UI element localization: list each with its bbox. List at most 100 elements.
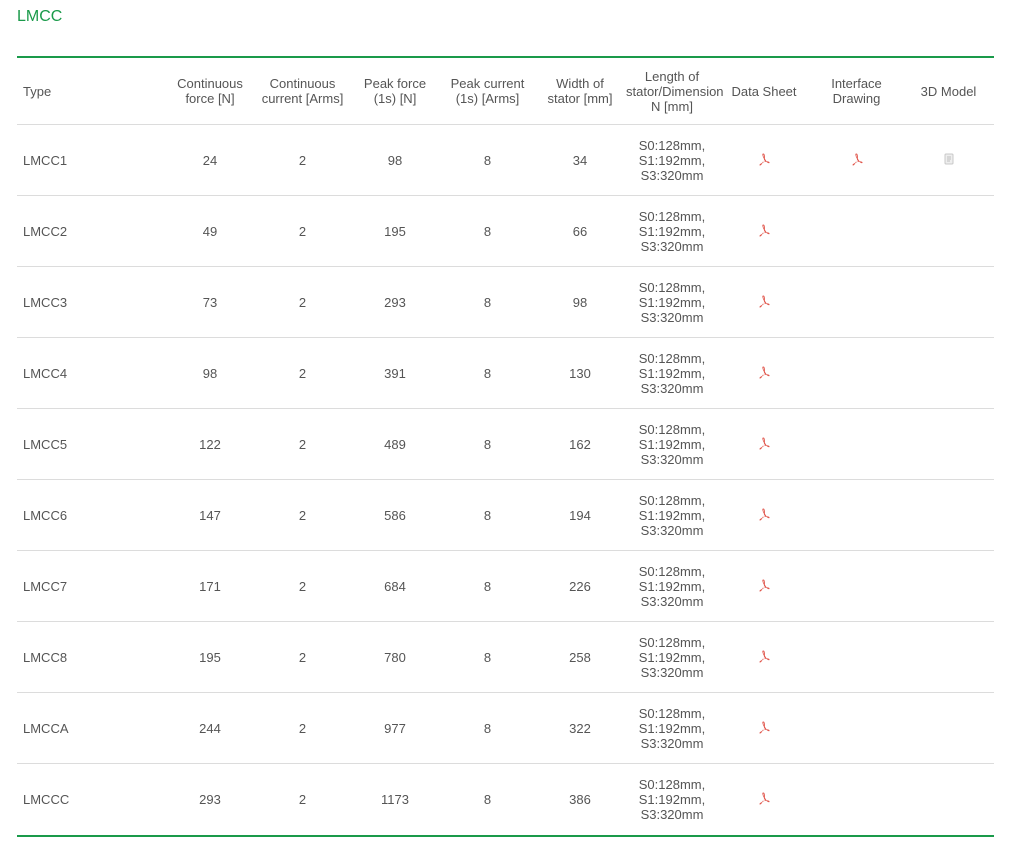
cell-3d-model (903, 692, 994, 764)
table-row: LMCC6 147 2 586 8 194 S0:128mm, S1:192mm, S3:320… (17, 479, 994, 551)
length-line: S1:192mm, (638, 649, 706, 665)
header-line: Drawing (832, 91, 881, 106)
cell-peak-current: 8 (441, 621, 534, 693)
length-line: S1:192mm, (638, 365, 706, 381)
pdf-icon[interactable] (757, 791, 771, 805)
cell-type: LMCCC (23, 791, 70, 807)
cell-interface-drawing (810, 124, 903, 196)
cell-3d-model (903, 337, 994, 409)
cell-continuous-force: 122 (164, 408, 256, 480)
cell-data-sheet (718, 621, 810, 693)
table-row: LMCC7 171 2 684 8 226 S0:128mm, S1:192mm, S3:320… (17, 550, 994, 622)
header-line: Interface (831, 76, 882, 91)
length-line: S3:320mm (640, 451, 704, 467)
cell-length-of-stator: S0:128mm, S1:192mm, S3:320mm (626, 408, 718, 480)
cell-peak-current: 8 (441, 124, 534, 196)
cell-width-of-stator: 162 (534, 408, 626, 480)
cell-continuous-current: 2 (256, 124, 349, 196)
header-line: Peak current (450, 76, 525, 91)
table-row: LMCCC 293 2 1173 8 386 S0:128mm, S1:192mm, S3:32… (17, 764, 994, 835)
length-line: S3:320mm (640, 593, 704, 609)
table-row: LMCC1 24 2 98 8 34 S0:128mm, S1:192mm, S3:320mm (17, 124, 994, 196)
length-line: S3:320mm (640, 735, 704, 751)
cell-continuous-current: 2 (256, 408, 349, 480)
pdf-icon[interactable] (757, 365, 771, 379)
length-line: S1:192mm, (638, 436, 706, 452)
cell-peak-force: 780 (349, 621, 441, 693)
table-row: LMCC4 98 2 391 8 130 S0:128mm, S1:192mm, S3:320m… (17, 337, 994, 409)
cell-peak-current: 8 (441, 692, 534, 764)
cell-continuous-force: 98 (164, 337, 256, 409)
header-width-of-stator: Width of stator [mm] (534, 58, 626, 125)
cell-3d-model (903, 195, 994, 267)
cell-continuous-current: 2 (256, 692, 349, 764)
cell-length-of-stator: S0:128mm, S1:192mm, S3:320mm (626, 266, 718, 338)
header-line: (1s) [Arms] (455, 91, 520, 106)
pdf-icon[interactable] (757, 436, 771, 450)
cell-peak-current: 8 (441, 550, 534, 622)
cell-peak-force: 684 (349, 550, 441, 622)
cell-peak-current: 8 (441, 479, 534, 551)
pdf-icon[interactable] (757, 294, 771, 308)
cell-data-sheet (718, 124, 810, 196)
cell-length-of-stator: S0:128mm, S1:192mm, S3:320mm (626, 764, 718, 835)
header-line: current [Arms] (261, 91, 344, 106)
cell-length-of-stator: S0:128mm, S1:192mm, S3:320mm (626, 195, 718, 267)
cell-peak-current: 8 (441, 408, 534, 480)
header-3d-model: 3D Model (903, 58, 994, 125)
header-data-sheet: Data Sheet (718, 58, 810, 125)
length-line: S1:192mm, (638, 720, 706, 736)
pdf-icon[interactable] (850, 152, 864, 166)
cell-continuous-current: 2 (256, 337, 349, 409)
cell-data-sheet (718, 408, 810, 480)
pdf-icon[interactable] (757, 578, 771, 592)
cell-interface-drawing (810, 337, 903, 409)
cell-peak-current: 8 (441, 195, 534, 267)
cell-interface-drawing (810, 195, 903, 267)
header-line: force [N] (185, 91, 235, 106)
cell-width-of-stator: 258 (534, 621, 626, 693)
length-line: S0:128mm, (638, 634, 706, 650)
length-line: S0:128mm, (638, 350, 706, 366)
pdf-icon[interactable] (757, 507, 771, 521)
pdf-icon[interactable] (757, 720, 771, 734)
cell-continuous-force: 24 (164, 124, 256, 196)
length-line: S3:320mm (640, 664, 704, 680)
pdf-icon[interactable] (757, 223, 771, 237)
cell-type: LMCC5 (17, 408, 164, 480)
file-icon[interactable] (942, 152, 956, 166)
header-continuous-force: Continuous force [N] (164, 58, 256, 125)
header-line: stator/Dimension (626, 83, 724, 99)
header-continuous-current: Continuous current [Arms] (256, 58, 349, 125)
cell-continuous-force: 195 (164, 621, 256, 693)
bottom-divider (17, 835, 994, 837)
cell-interface-drawing (810, 692, 903, 764)
pdf-icon[interactable] (757, 152, 771, 166)
cell-peak-force: 391 (349, 337, 441, 409)
cell-length-of-stator: S0:128mm, S1:192mm, S3:320mm (626, 479, 718, 551)
cell-peak-force: 586 (349, 479, 441, 551)
table-row: LMCC2 49 2 195 8 66 S0:128mm, S1:192mm, S3:320mm (17, 195, 994, 267)
cell-data-sheet (718, 337, 810, 409)
cell-continuous-force: 293 (199, 791, 221, 807)
cell-width-of-stator: 322 (534, 692, 626, 764)
header-interface-drawing: Interface Drawing (810, 58, 903, 125)
length-line: S0:128mm, (638, 208, 706, 224)
header-length-of-stator: Length of stator/Dimension N [mm] (626, 58, 724, 125)
cell-continuous-current: 2 (256, 266, 349, 338)
cell-type: LMCC4 (17, 337, 164, 409)
cell-3d-model (903, 621, 994, 693)
table-header-row: Type Continuous force [N] Continuous cur… (17, 58, 994, 125)
table-row: LMCC3 73 2 293 8 98 S0:128mm, S1:192mm, S3:320mm (17, 266, 994, 338)
product-table: Type Continuous force [N] Continuous cur… (17, 58, 994, 834)
cell-3d-model (903, 408, 994, 480)
cell-peak-force: 98 (349, 124, 441, 196)
cell-type: LMCC1 (17, 124, 164, 196)
cell-width-of-stator: 98 (534, 266, 626, 338)
table-row: LMCCA 244 2 977 8 322 S0:128mm, S1:192mm, S3:320… (17, 692, 994, 764)
length-line: S0:128mm, (638, 421, 706, 437)
header-line: Length of (644, 68, 700, 84)
pdf-icon[interactable] (757, 649, 771, 663)
cell-interface-drawing (810, 764, 903, 835)
header-peak-current: Peak current (1s) [Arms] (441, 58, 534, 125)
